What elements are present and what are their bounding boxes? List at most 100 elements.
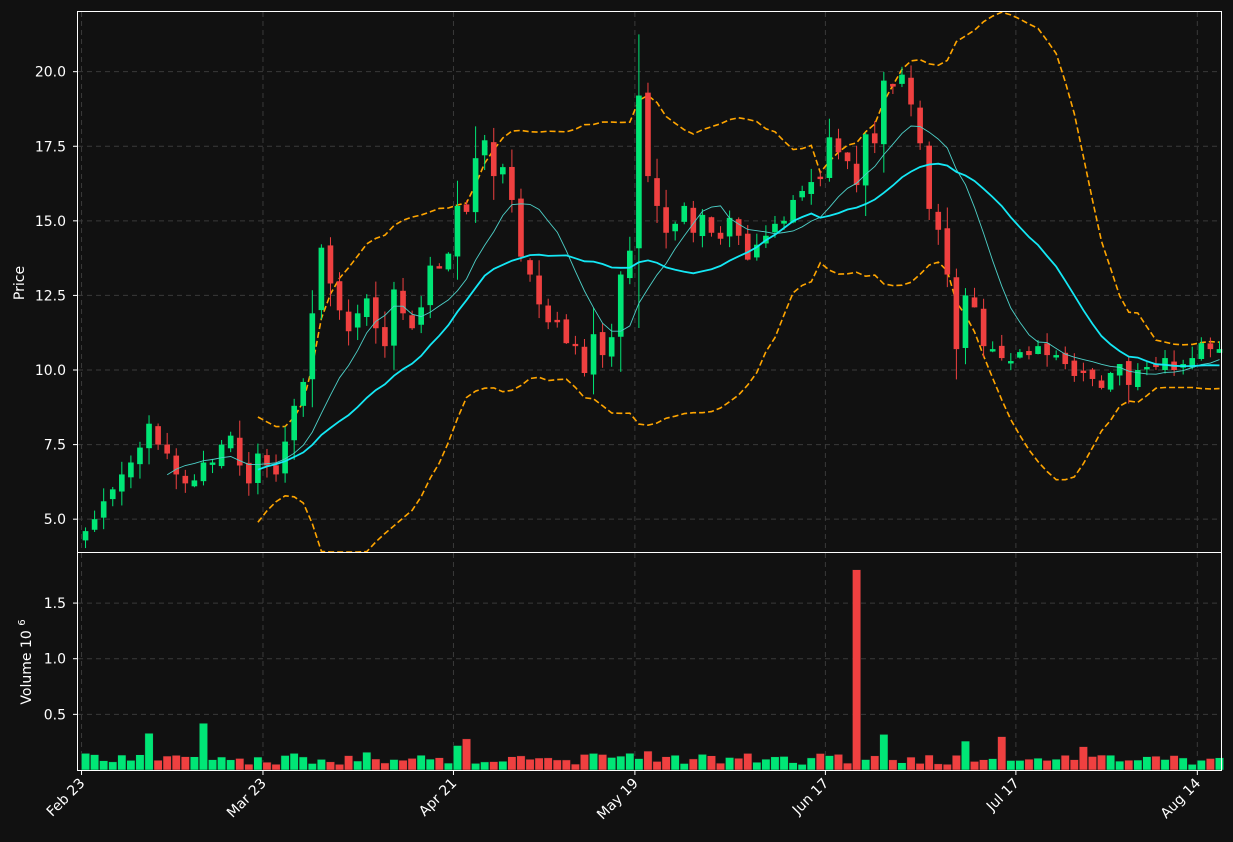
volume-bar: [162, 755, 172, 771]
candle-body: [182, 475, 189, 484]
volume-bar: [888, 759, 898, 771]
volume-bar: [135, 754, 145, 771]
volume-bar: [570, 763, 580, 771]
candle-body: [590, 334, 597, 375]
volume-bar: [906, 756, 916, 771]
candle-body: [382, 327, 388, 347]
volume-tick-label: 1.0: [44, 652, 66, 668]
candle-body: [481, 140, 488, 156]
candle-body: [427, 265, 434, 306]
volume-bar: [1178, 757, 1188, 771]
volume-bar: [1097, 754, 1106, 771]
volume-bar: [634, 758, 644, 771]
candle-body: [218, 444, 225, 467]
candle-body: [1207, 343, 1214, 350]
volume-bar: [81, 753, 90, 771]
volume-bar: [761, 758, 771, 771]
candle-body: [454, 205, 461, 257]
candle-body: [1017, 352, 1023, 358]
volume-bar: [298, 756, 308, 771]
volume-bar: [108, 761, 118, 771]
candle-body: [1035, 346, 1041, 354]
volume-bar: [616, 755, 626, 771]
candle-body: [998, 345, 1005, 359]
candle-body: [318, 247, 325, 311]
volume-bar: [598, 754, 608, 771]
volume-bar: [933, 763, 943, 771]
volume-bar: [462, 738, 471, 771]
volume-bar: [852, 569, 862, 771]
volume-bar: [1033, 757, 1043, 771]
volume-bar: [870, 755, 880, 771]
candle-body: [119, 474, 125, 492]
volume-bar: [697, 754, 707, 771]
candle-body: [744, 233, 751, 260]
volume-bar: [970, 761, 979, 771]
candle-body: [1026, 351, 1032, 356]
volume-bar: [988, 758, 998, 771]
volume-bar: [1060, 755, 1070, 771]
candle-body: [627, 250, 633, 279]
candle-body: [899, 74, 905, 84]
candle-body: [1198, 343, 1205, 359]
candle-body: [400, 290, 406, 314]
volume-bar: [90, 754, 100, 771]
volume-bar: [580, 754, 589, 771]
candle-body: [890, 83, 896, 87]
volume-bar: [752, 761, 762, 771]
candle-body: [826, 137, 833, 178]
volume-bar: [280, 755, 290, 771]
candle-body: [790, 199, 796, 223]
volume-bar: [806, 757, 816, 771]
volume-bar: [661, 756, 671, 771]
volume-bar: [144, 733, 154, 771]
volume-bar: [824, 755, 834, 771]
candle-body: [944, 228, 951, 275]
volume-label-power: 6: [17, 619, 28, 625]
candle-body: [599, 332, 606, 356]
candle-body: [835, 138, 842, 153]
candle-body: [581, 346, 588, 373]
volume-bar: [1169, 755, 1179, 771]
volume-bar: [652, 761, 662, 771]
candle-body: [336, 281, 343, 311]
volume-bar: [226, 759, 236, 771]
volume-bar: [552, 759, 562, 771]
volume-bar: [289, 753, 299, 771]
candle-body: [971, 297, 978, 308]
volume-bar: [961, 740, 970, 771]
volume-bar: [180, 756, 190, 771]
volume-bar: [153, 759, 163, 771]
volume-bar: [1042, 760, 1052, 771]
volume-bar: [434, 757, 444, 771]
candle-body: [636, 95, 642, 249]
volume-bar: [924, 754, 934, 771]
volume-bar: [335, 764, 344, 771]
volume-bar: [398, 759, 408, 771]
volume-bar: [1051, 758, 1061, 771]
candle-body: [781, 220, 787, 224]
candle-body: [490, 142, 497, 177]
volume-label-base: 10: [19, 630, 35, 648]
candle-body: [128, 462, 134, 478]
candle-body: [608, 337, 615, 357]
volume-bar: [208, 759, 217, 771]
candle-body: [409, 315, 415, 329]
volume-bar: [534, 757, 544, 771]
candle-body: [617, 274, 624, 337]
volume-bar: [543, 757, 553, 771]
candle-body: [164, 444, 170, 454]
price-tick-label: 20.0: [35, 65, 66, 81]
volume-bar: [244, 763, 254, 771]
candle-body: [436, 266, 443, 269]
volume-bar: [371, 758, 381, 771]
chart-background: [0, 0, 1233, 842]
candle-body: [699, 214, 706, 237]
volume-bar: [453, 745, 462, 771]
candle-body: [681, 205, 688, 222]
candle-body: [799, 191, 805, 198]
volume-bar: [1205, 758, 1215, 771]
volume-bar: [589, 753, 598, 771]
volume-bar: [525, 759, 535, 771]
price-tick-label: 17.5: [35, 139, 66, 155]
